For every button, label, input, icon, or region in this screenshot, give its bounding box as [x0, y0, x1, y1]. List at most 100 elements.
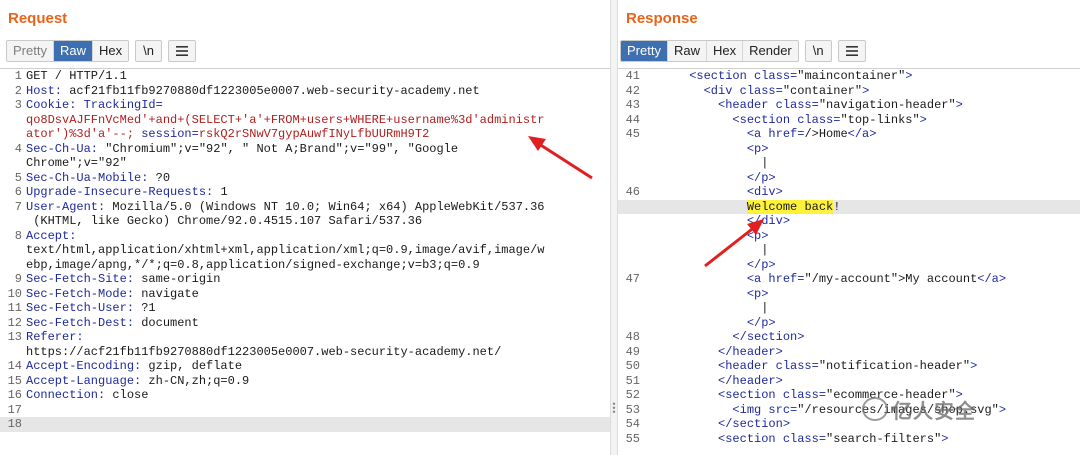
response-line[interactable]: |: [618, 156, 1080, 171]
request-line[interactable]: 17: [0, 403, 610, 418]
response-tab-pretty[interactable]: Pretty: [621, 41, 668, 61]
request-line[interactable]: 13 Referer:: [0, 330, 610, 345]
response-line[interactable]: 45 <a href=/>Home</a>: [618, 127, 1080, 142]
code-token: !: [833, 199, 841, 214]
request-line[interactable]: 14 Accept-Encoding: gzip, deflate: [0, 359, 610, 374]
line-number: 15: [7, 373, 22, 388]
line-text: Sec-Fetch-User: ?1: [26, 301, 156, 316]
response-line[interactable]: </p>: [618, 316, 1080, 331]
line-text: https://acf21fb11fb9270880df1223005e0007…: [26, 345, 501, 360]
response-line[interactable]: </p>: [618, 171, 1080, 186]
request-line[interactable]: 3 Cookie: TrackingId=: [0, 98, 610, 113]
response-newline-toggle[interactable]: \n: [804, 40, 832, 62]
request-line[interactable]: 16 Connection: close: [0, 388, 610, 403]
request-line[interactable]: 1 GET / HTTP/1.1: [0, 69, 610, 84]
hamburger-menu-icon: [845, 46, 858, 56]
line-text: <p>: [646, 228, 769, 244]
line-text: Host: acf21fb11fb9270880df1223005e0007.w…: [26, 84, 480, 99]
response-editor[interactable]: 41 <section class="maincontainer"> 42 <di…: [618, 68, 1080, 455]
response-line[interactable]: 44 <section class="top-links">: [618, 113, 1080, 128]
response-tab-render[interactable]: Render: [743, 41, 798, 61]
response-tab-raw[interactable]: Raw: [667, 41, 707, 61]
request-line[interactable]: Chrome";v="92": [0, 156, 610, 171]
line-number: 9: [14, 272, 22, 286]
response-line[interactable]: 43 <header class="navigation-header">: [618, 98, 1080, 113]
request-line[interactable]: (KHTML, like Gecko) Chrome/92.0.4515.107…: [0, 214, 610, 229]
request-line[interactable]: 11 Sec-Fetch-User: ?1: [0, 301, 610, 316]
request-line[interactable]: https://acf21fb11fb9270880df1223005e0007…: [0, 345, 610, 360]
request-line[interactable]: 12 Sec-Fetch-Dest: document: [0, 316, 610, 331]
request-line[interactable]: ebp,image/apng,*/*;q=0.8,application/sig…: [0, 258, 610, 273]
code-token: </a>: [977, 272, 1007, 286]
response-line[interactable]: 49 </header>: [618, 345, 1080, 360]
code-token: <p>: [646, 228, 769, 243]
request-line[interactable]: 8 Accept:: [0, 229, 610, 244]
splitter-grip-icon[interactable]: • • •: [611, 400, 617, 417]
line-text: <section class="top-links">: [646, 113, 926, 128]
request-tab-pretty[interactable]: Pretty: [7, 41, 54, 61]
request-line[interactable]: 9 Sec-Fetch-Site: same-origin: [0, 272, 610, 287]
response-line[interactable]: |: [618, 301, 1080, 316]
code-token: Chrome";v="92": [26, 156, 127, 170]
line-number: 10: [7, 286, 22, 301]
code-token: document: [141, 315, 199, 330]
response-line[interactable]: 51 </header>: [618, 374, 1080, 389]
line-number: 2: [14, 83, 22, 98]
response-line[interactable]: 52 <section class="ecommerce-header">: [618, 388, 1080, 403]
response-line[interactable]: <p>: [618, 229, 1080, 244]
line-text: Upgrade-Insecure-Requests: 1: [26, 185, 228, 200]
request-line[interactable]: text/html,application/xhtml+xml,applicat…: [0, 243, 610, 258]
code-token: acf21fb11fb9270880df1223005e0007.web-sec…: [69, 83, 480, 98]
response-line[interactable]: 48 </section>: [618, 330, 1080, 345]
request-menu-button[interactable]: [167, 40, 196, 62]
response-line[interactable]: 42 <div class="container">: [618, 84, 1080, 99]
request-line[interactable]: 6 Upgrade-Insecure-Requests: 1: [0, 185, 610, 200]
response-line[interactable]: |: [618, 243, 1080, 258]
response-tab-hex[interactable]: Hex: [706, 41, 744, 61]
response-line[interactable]: </div>: [618, 214, 1080, 229]
line-number: 8: [14, 228, 22, 243]
code-token: qo8DsvAJFFnVcMed'+and+(SELECT+'a'+FROM+u…: [26, 112, 545, 127]
request-line[interactable]: 18: [0, 417, 610, 432]
line-text: (KHTML, like Gecko) Chrome/92.0.4515.107…: [26, 214, 422, 229]
response-line[interactable]: <p>: [618, 287, 1080, 302]
response-line[interactable]: 55 <section class="search-filters">: [618, 432, 1080, 447]
code-token: |: [646, 156, 769, 170]
request-tab-hex[interactable]: Hex: [92, 41, 129, 61]
line-number: 52: [625, 388, 640, 402]
request-line[interactable]: 2 Host: acf21fb11fb9270880df1223005e0007.…: [0, 84, 610, 99]
code-token: class=: [782, 388, 827, 402]
request-line[interactable]: 4 Sec-Ch-Ua: "Chromium";v="92", " Not A;B…: [0, 142, 610, 157]
line-number: 43: [625, 98, 640, 112]
request-line[interactable]: 15 Accept-Language: zh-CN,zh;q=0.9: [0, 374, 610, 389]
line-number: 50: [625, 359, 640, 373]
request-line[interactable]: 7 User-Agent: Mozilla/5.0 (Windows NT 10.…: [0, 200, 610, 215]
response-line[interactable]: 47 <a href="/my-account">My account</a>: [618, 272, 1080, 287]
request-line[interactable]: qo8DsvAJFFnVcMed'+and+(SELECT+'a'+FROM+u…: [0, 113, 610, 128]
response-line[interactable]: </p>: [618, 258, 1080, 273]
response-line[interactable]: 41 <section class="maincontainer">: [618, 69, 1080, 84]
code-token: "container": [782, 83, 863, 98]
code-token: Accept:: [26, 228, 77, 243]
request-editor[interactable]: 1 GET / HTTP/1.1 2 Host: acf21fb11fb9270880…: [0, 68, 610, 455]
line-number: 45: [625, 127, 640, 141]
code-token: <img: [646, 402, 769, 417]
pane-splitter[interactable]: [610, 0, 618, 455]
request-line[interactable]: ator')%3d'a'--; session=rskQ2rSNwV7gypAu…: [0, 127, 610, 142]
response-line[interactable]: 46 <div>: [618, 185, 1080, 200]
response-menu-button[interactable]: [837, 40, 866, 62]
line-number: 51: [625, 373, 640, 388]
code-token: Accept-Language:: [26, 373, 149, 388]
request-newline-toggle[interactable]: \n: [135, 40, 162, 62]
response-line[interactable]: 54 </section>: [618, 417, 1080, 432]
request-tab-raw[interactable]: Raw: [53, 41, 93, 61]
response-line[interactable]: Welcome back!: [618, 199, 1080, 215]
request-line[interactable]: 10 Sec-Fetch-Mode: navigate: [0, 287, 610, 302]
response-line[interactable]: 53 <img src="/resources/images/shop.svg"…: [618, 403, 1080, 418]
response-line[interactable]: 50 <header class="notification-header">: [618, 359, 1080, 374]
code-token: </header>: [646, 373, 783, 388]
code-token: "navigation-header": [818, 98, 956, 112]
response-line[interactable]: <p>: [618, 142, 1080, 157]
line-text: Welcome back!: [646, 199, 841, 215]
request-line[interactable]: 5 Sec-Ch-Ua-Mobile: ?0: [0, 171, 610, 186]
